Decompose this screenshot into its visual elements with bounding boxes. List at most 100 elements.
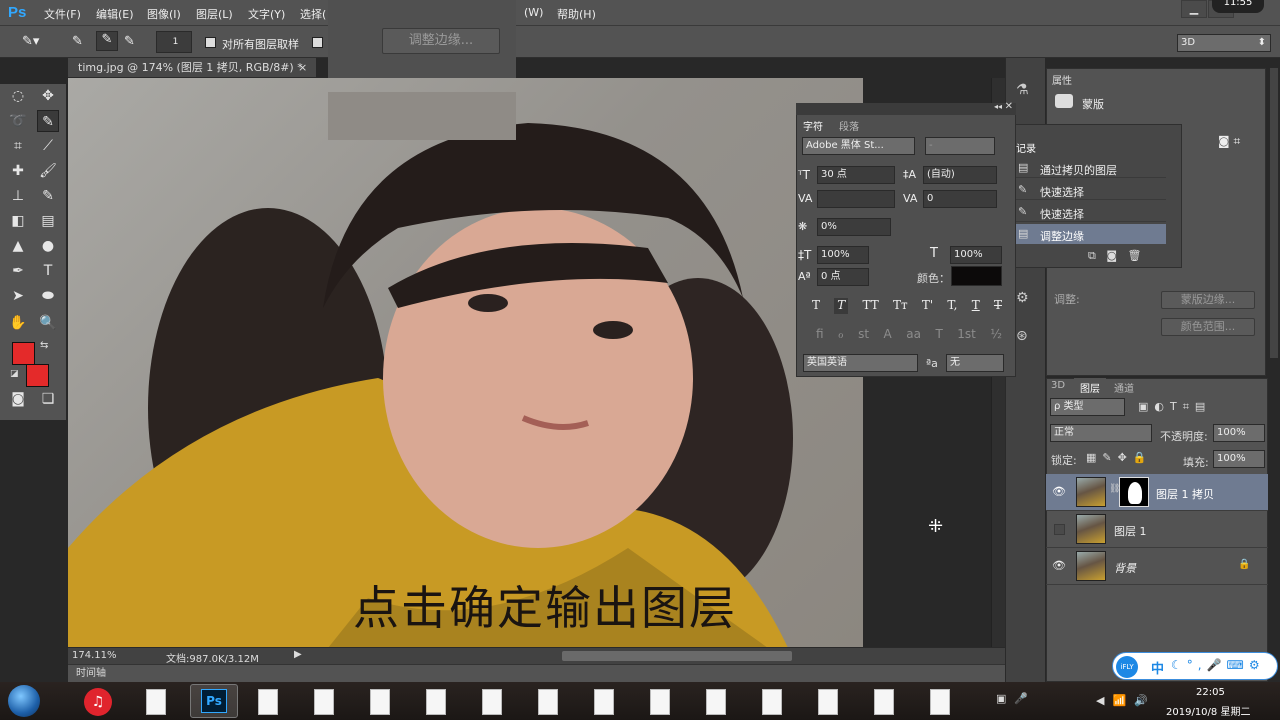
auto-enhance-checkbox[interactable]	[312, 37, 323, 48]
zoom-level[interactable]: 174.11%	[72, 650, 117, 661]
history-item[interactable]: ▤ 通过拷贝的图层	[1016, 158, 1166, 178]
tsume-field[interactable]: 0%	[817, 218, 891, 236]
history-title[interactable]: 记录	[1016, 140, 1036, 155]
menu-layer[interactable]: 图层(L)	[196, 6, 233, 22]
workspace-select[interactable]: 3D ⬍	[1177, 34, 1271, 52]
subtract-selection-icon[interactable]: ✎	[124, 34, 135, 49]
tab-paragraph[interactable]: 段落	[839, 118, 859, 133]
taskbar-doc-icon[interactable]	[258, 689, 278, 715]
visibility-off-box[interactable]	[1054, 524, 1065, 535]
tracking-field[interactable]: 0	[923, 190, 997, 208]
tab-channels[interactable]: 通道	[1114, 380, 1134, 395]
type-tool-icon[interactable]: T	[37, 260, 59, 282]
netease-music-icon[interactable]: ♫	[84, 688, 112, 716]
minimize-button[interactable]: ▁	[1181, 0, 1207, 18]
paths-dock-icon[interactable]: ⊛	[1016, 328, 1028, 344]
taskbar-doc-icon[interactable]	[146, 689, 166, 715]
visibility-eye-icon[interactable]: 👁	[1052, 485, 1066, 498]
pixel-mask-icon[interactable]: ◙ ⌗	[1218, 134, 1240, 149]
taskbar-doc-icon[interactable]	[538, 689, 558, 715]
quick-selection-tool-icon[interactable]: ✎	[37, 110, 59, 132]
ime-toolbar[interactable]: iFLY 中 ☾°,🎤⌨⚙	[1112, 652, 1278, 680]
sample-all-layers-checkbox[interactable]	[205, 37, 216, 48]
kerning-field[interactable]	[817, 190, 895, 208]
taskbar-doc-icon[interactable]	[594, 689, 614, 715]
dodge-tool-icon[interactable]: ●	[37, 235, 59, 257]
layer-row[interactable]: 图层 1	[1046, 511, 1268, 548]
layer-row[interactable]: 👁 ⛓ 图层 1 拷贝	[1046, 474, 1268, 511]
text-color-swatch[interactable]	[951, 266, 1002, 286]
discretionary-ligatures-button[interactable]: st	[858, 327, 869, 343]
close-panel-icon[interactable]: ✕	[1005, 101, 1013, 112]
taskbar-doc-icon[interactable]	[874, 689, 894, 715]
taskbar-doc-icon[interactable]	[818, 689, 838, 715]
horizontal-scroll-thumb[interactable]	[562, 651, 792, 661]
tab-3d[interactable]: 3D	[1051, 380, 1065, 391]
status-menu-arrow-icon[interactable]: ▶	[294, 649, 302, 660]
layer-row[interactable]: 👁 背景 🔒	[1046, 548, 1268, 585]
menu-help[interactable]: 帮助(H)	[557, 6, 596, 22]
brush-tool-icon[interactable]: 🖌	[37, 160, 59, 182]
fill-field[interactable]: 100%	[1213, 450, 1265, 468]
eraser-tool-icon[interactable]: ◧	[7, 210, 29, 232]
mask-edge-button[interactable]: 蒙版边缘...	[1161, 291, 1255, 309]
brush-preset-icon[interactable]: ✎▾	[22, 34, 39, 49]
ordinals-button[interactable]: 1st	[957, 327, 976, 343]
swap-colors-icon[interactable]: ⇆	[40, 340, 48, 351]
screen-mode-icon[interactable]: ❏	[37, 388, 59, 410]
add-selection-icon[interactable]: ✎	[96, 31, 118, 51]
taskbar-doc-icon[interactable]	[762, 689, 782, 715]
subscript-button[interactable]: T,	[947, 298, 957, 314]
strikethrough-button[interactable]: T	[994, 298, 1002, 314]
taskbar-time[interactable]: 22:05	[1196, 687, 1225, 698]
all-caps-button[interactable]: TT	[863, 298, 879, 314]
anti-alias-select[interactable]: 无	[946, 354, 1004, 372]
language-select[interactable]: 英国英语	[803, 354, 918, 372]
ellipse-tool-icon[interactable]: ⬬	[37, 285, 59, 307]
menu-image[interactable]: 图像(I)	[147, 6, 181, 22]
taskbar-photoshop-highlight[interactable]: Ps	[190, 684, 238, 718]
baseline-shift-field[interactable]: 0 点	[817, 268, 869, 286]
swash-button[interactable]: A	[884, 327, 892, 343]
new-selection-icon[interactable]: ✎	[72, 34, 83, 49]
properties-title[interactable]: 属性	[1052, 72, 1072, 87]
color-range-button[interactable]: 颜色范围...	[1161, 318, 1255, 336]
stylistic-alternates-button[interactable]: aa	[906, 327, 921, 343]
history-brush-icon[interactable]: ✎	[37, 185, 59, 207]
leading-field[interactable]: (自动)	[923, 166, 997, 184]
taskbar-doc-icon[interactable]	[706, 689, 726, 715]
close-tab-icon[interactable]: ×	[298, 58, 307, 78]
tray-system-icons[interactable]: ◀📶🔊	[1096, 694, 1156, 707]
marquee-tool-icon[interactable]: ◌	[7, 85, 29, 107]
zoom-tool-icon[interactable]: 🔍	[37, 312, 59, 334]
font-family-select[interactable]: Adobe 黑体 St...	[802, 137, 915, 155]
filter-type-icons[interactable]: ▣◐T⌗▤	[1138, 400, 1211, 414]
path-selection-icon[interactable]: ➤	[7, 285, 29, 307]
refine-edge-button[interactable]: 调整边缘...	[382, 28, 500, 54]
ime-mode[interactable]: 中	[1151, 658, 1164, 677]
menu-type[interactable]: 文字(Y)	[248, 6, 285, 22]
background-color-swatch[interactable]	[26, 364, 49, 387]
blur-tool-icon[interactable]: ▲	[7, 235, 29, 257]
font-style-select[interactable]: -	[925, 137, 995, 155]
taskbar-doc-icon[interactable]	[314, 689, 334, 715]
document-tab[interactable]: timg.jpg @ 174% (图层 1 拷贝, RGB/8#) * ×	[68, 58, 316, 78]
quick-mask-icon[interactable]: ◙	[7, 388, 29, 410]
menu-window[interactable]: (W)	[524, 6, 543, 19]
timeline-panel-tab[interactable]: 时间轴	[68, 664, 1005, 682]
layer-mask-thumbnail[interactable]	[1119, 477, 1149, 507]
taskbar-doc-icon[interactable]	[370, 689, 390, 715]
history-item-selected[interactable]: ▤ 调整边缘	[1016, 224, 1166, 244]
layer-name[interactable]: 背景	[1114, 560, 1136, 576]
history-dock-icon[interactable]: ⚗	[1016, 82, 1029, 98]
crop-tool-icon[interactable]: ⌗	[7, 135, 29, 157]
visibility-eye-icon[interactable]: 👁	[1052, 559, 1066, 572]
history-item[interactable]: ✎ 快速选择	[1016, 180, 1166, 200]
menu-file[interactable]: 文件(F)	[44, 6, 81, 22]
vertical-scale-field[interactable]: 100%	[817, 246, 869, 264]
hand-tool-icon[interactable]: ✋	[7, 312, 29, 334]
faux-italic-button[interactable]: T	[834, 298, 849, 314]
eyedropper-tool-icon[interactable]: ⟋	[37, 135, 59, 157]
blend-mode-select[interactable]: 正常	[1050, 424, 1152, 442]
layer-name[interactable]: 图层 1	[1114, 523, 1147, 539]
